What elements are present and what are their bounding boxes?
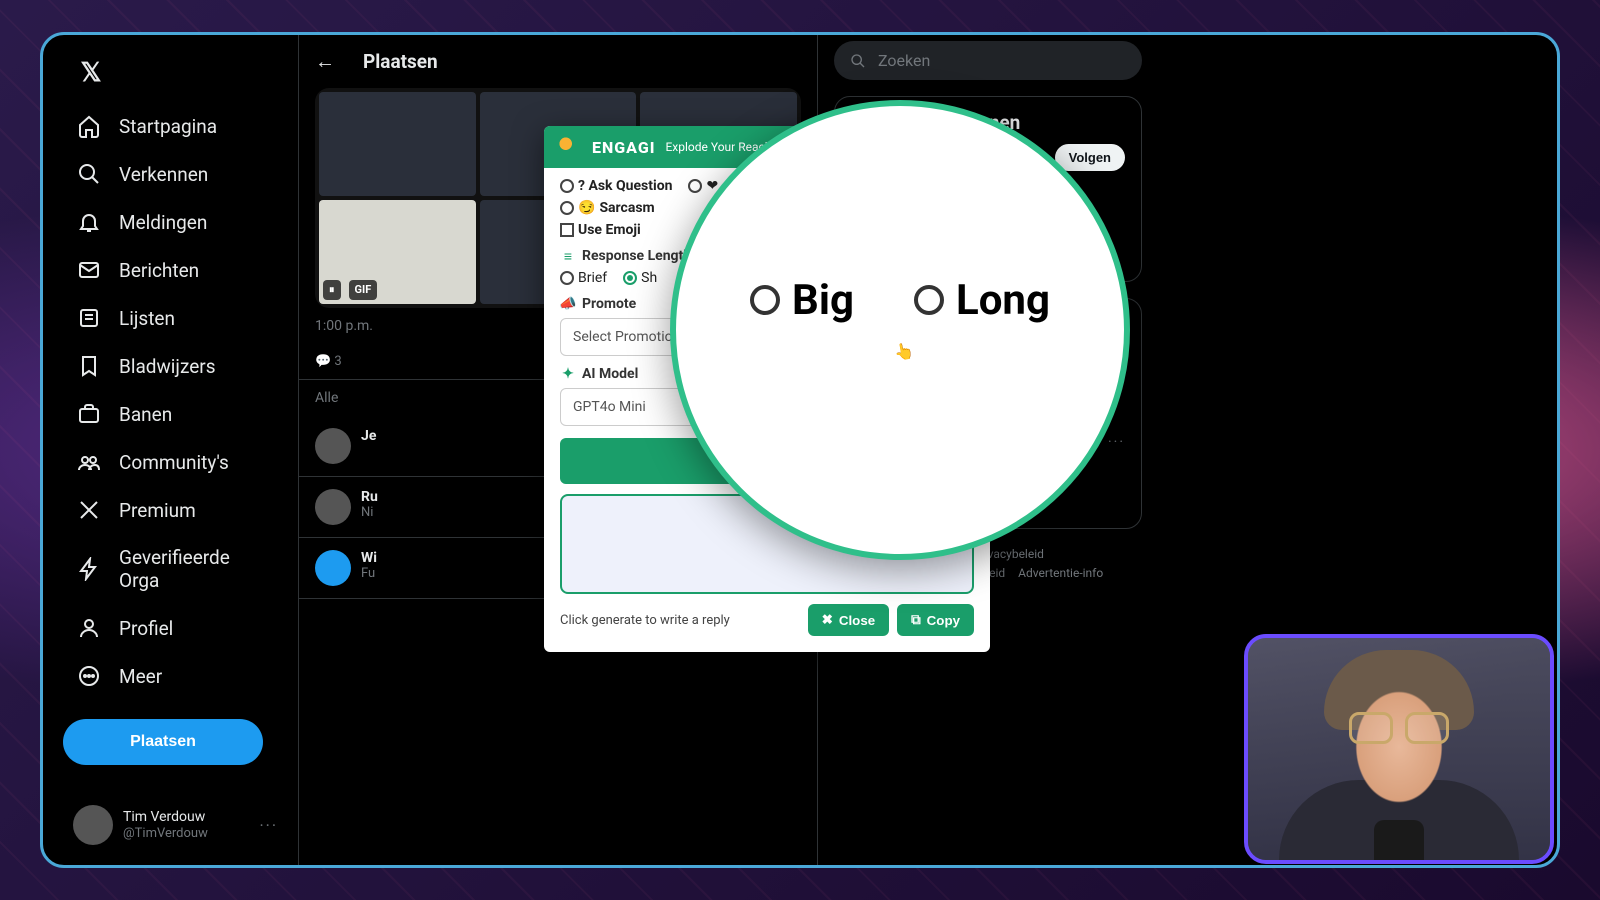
nav-banen[interactable]: Banen bbox=[63, 391, 288, 437]
lines-icon: ≡ bbox=[560, 248, 576, 264]
nav-meer[interactable]: Meer bbox=[63, 653, 288, 699]
presenter-webcam bbox=[1244, 634, 1554, 864]
comment-action[interactable]: 💬 3 bbox=[315, 354, 342, 369]
nav-verified-org[interactable]: Geverifieerde Orga bbox=[63, 535, 288, 603]
copy-icon: ⧉ bbox=[911, 612, 921, 628]
nav-label: Premium bbox=[119, 499, 196, 522]
close-icon: ✖ bbox=[822, 612, 833, 628]
bolt-icon bbox=[77, 557, 101, 581]
profile-icon bbox=[77, 616, 101, 640]
nav-label: Lijsten bbox=[119, 307, 175, 330]
nav-label: Banen bbox=[119, 403, 172, 426]
avatar bbox=[315, 428, 351, 464]
search-placeholder: Zoeken bbox=[878, 51, 930, 70]
pause-icon[interactable]: ⏸ bbox=[323, 280, 341, 300]
pointer-cursor-icon: 👆 bbox=[893, 340, 916, 362]
magnifier-lens: Big Long bbox=[670, 100, 1130, 560]
search-icon bbox=[850, 53, 866, 69]
nav-label: Startpagina bbox=[119, 115, 217, 138]
nav-label: Community's bbox=[119, 451, 229, 474]
megaphone-icon: 📣 bbox=[560, 296, 576, 312]
lens-option-big[interactable]: Big bbox=[750, 276, 854, 325]
nav-label: Geverifieerde Orga bbox=[119, 546, 274, 592]
avatar bbox=[315, 550, 351, 586]
radio-icon bbox=[914, 285, 944, 315]
follow-button[interactable]: Volgen bbox=[1055, 144, 1125, 171]
radio-short[interactable]: Sh bbox=[623, 270, 657, 286]
account-handle: @TimVerdouw bbox=[123, 826, 208, 842]
avatar bbox=[315, 489, 351, 525]
more-icon bbox=[77, 664, 101, 688]
sidebar: 𝕏 Startpagina Verkennen Meldingen Berich… bbox=[43, 35, 298, 865]
nav-profiel[interactable]: Profiel bbox=[63, 605, 288, 651]
back-arrow[interactable]: ← bbox=[315, 49, 335, 74]
nav-label: Verkennen bbox=[119, 163, 208, 186]
nav-verkennen[interactable]: Verkennen bbox=[63, 151, 288, 197]
lens-option-long[interactable]: Long bbox=[914, 276, 1050, 325]
bookmark-icon bbox=[77, 354, 101, 378]
engagi-brand: ENGAGI bbox=[592, 138, 655, 157]
bell-icon bbox=[77, 210, 101, 234]
x-logo[interactable]: 𝕏 bbox=[71, 53, 111, 93]
x-icon bbox=[77, 498, 101, 522]
gif-badge: GIF bbox=[349, 280, 378, 300]
option-ask-question[interactable]: ? Ask Question bbox=[560, 178, 672, 194]
checkbox-use-emoji[interactable]: Use Emoji bbox=[560, 222, 641, 238]
nav-meldingen[interactable]: Meldingen bbox=[63, 199, 288, 245]
close-button[interactable]: ✖ Close bbox=[808, 604, 889, 636]
nav-label: Berichten bbox=[119, 259, 199, 282]
nav-label: Meer bbox=[119, 665, 162, 688]
ellipsis-icon[interactable]: ··· bbox=[1108, 434, 1125, 478]
search-input[interactable]: Zoeken bbox=[834, 41, 1142, 80]
nav-label: Profiel bbox=[119, 617, 173, 640]
list-icon bbox=[77, 306, 101, 330]
nav-communities[interactable]: Community's bbox=[63, 439, 288, 485]
nav-label: Meldingen bbox=[119, 211, 207, 234]
post-button[interactable]: Plaatsen bbox=[63, 719, 263, 765]
briefcase-icon bbox=[77, 402, 101, 426]
option-heart[interactable]: ❤ bbox=[688, 178, 718, 194]
engagi-logo-icon bbox=[556, 134, 582, 160]
radio-icon bbox=[750, 285, 780, 315]
nav-startpagina[interactable]: Startpagina bbox=[63, 103, 288, 149]
sparkle-icon: ✦ bbox=[560, 366, 576, 382]
copy-button[interactable]: ⧉ Copy bbox=[897, 604, 974, 636]
avatar bbox=[73, 805, 113, 845]
mail-icon bbox=[77, 258, 101, 282]
search-icon bbox=[77, 162, 101, 186]
option-sarcasm[interactable]: 😏Sarcasm bbox=[560, 200, 655, 216]
nav-lijsten[interactable]: Lijsten bbox=[63, 295, 288, 341]
account-name: Tim Verdouw bbox=[123, 809, 208, 826]
generate-hint: Click generate to write a reply bbox=[560, 613, 800, 628]
people-icon bbox=[77, 450, 101, 474]
radio-brief[interactable]: Brief bbox=[560, 270, 607, 286]
nav-berichten[interactable]: Berichten bbox=[63, 247, 288, 293]
ellipsis-icon: ··· bbox=[259, 816, 278, 835]
nav-label: Bladwijzers bbox=[119, 355, 216, 378]
home-icon bbox=[77, 114, 101, 138]
nav-bladwijzers[interactable]: Bladwijzers bbox=[63, 343, 288, 389]
page-title: Plaatsen bbox=[363, 50, 438, 73]
nav-premium[interactable]: Premium bbox=[63, 487, 288, 533]
account-switcher[interactable]: Tim Verdouw @TimVerdouw ··· bbox=[63, 795, 288, 855]
